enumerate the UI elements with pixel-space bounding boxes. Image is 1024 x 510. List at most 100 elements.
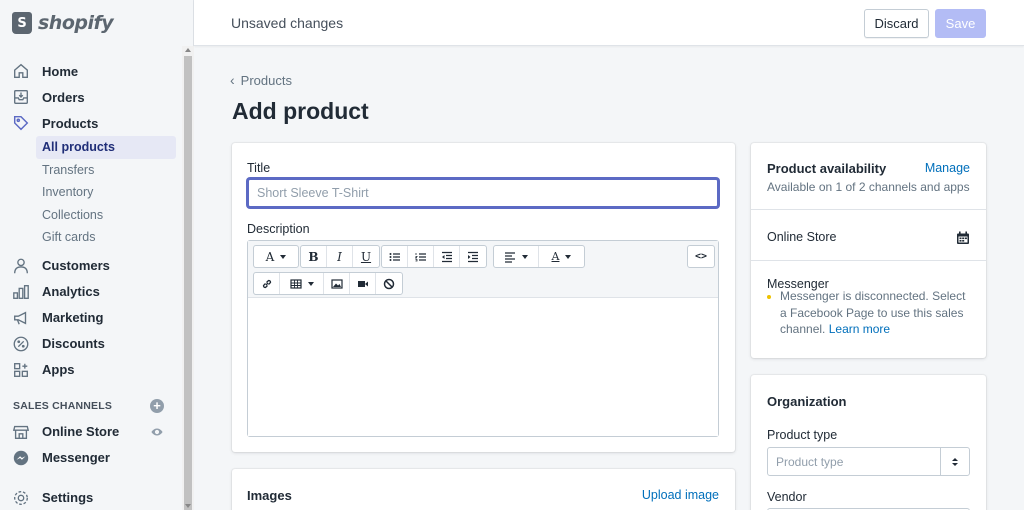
tag-icon — [12, 114, 30, 132]
caret-down-icon — [280, 254, 287, 259]
caret-down-icon — [307, 281, 314, 286]
eye-icon[interactable] — [150, 425, 164, 439]
learn-more-link[interactable]: Learn more — [829, 322, 890, 336]
clear-format-icon — [383, 278, 395, 289]
orders-icon — [12, 88, 30, 106]
chart-icon — [12, 283, 30, 301]
unsaved-changes-text: Unsaved changes — [231, 15, 344, 31]
organization-title: Organization — [767, 394, 847, 409]
bold-button[interactable]: B — [301, 246, 327, 267]
underline-button[interactable]: U — [353, 246, 379, 267]
sidebar: S shopify Home Orders Products All produ… — [0, 0, 194, 510]
link-button[interactable] — [254, 273, 280, 294]
list-group — [381, 245, 487, 268]
select-stepper[interactable] — [940, 448, 969, 475]
sidebar-scrollbar[interactable] — [182, 46, 194, 510]
outdent-icon — [441, 251, 452, 262]
messenger-note: Messenger is disconnected. Select a Face… — [780, 288, 970, 338]
breadcrumb-label: Products — [240, 72, 292, 88]
text-color-icon: A — [551, 250, 560, 263]
table-button[interactable] — [280, 273, 324, 294]
sidebar-item-label: Discounts — [42, 336, 105, 351]
breadcrumb[interactable]: ‹ Products — [230, 72, 292, 88]
indent-icon — [468, 251, 478, 262]
sidebar-item-label: Products — [42, 115, 99, 131]
numbered-list-icon — [414, 252, 426, 261]
sidebar-item-online-store[interactable]: Online Store — [0, 419, 182, 445]
vendor-label: Vendor — [767, 490, 807, 504]
scroll-down-arrow[interactable] — [185, 504, 191, 508]
sidebar-item-discounts[interactable]: Discounts — [0, 331, 182, 357]
sidebar-item-orders[interactable]: Orders — [0, 84, 182, 110]
logo-text: shopify — [38, 12, 114, 34]
sidebar-item-products[interactable]: Products — [0, 110, 182, 136]
upload-image-link[interactable]: Upload image — [642, 488, 719, 502]
sidebar-item-analytics[interactable]: Analytics — [0, 279, 182, 305]
bullet-list-button[interactable] — [382, 246, 408, 267]
sidebar-item-messenger[interactable]: Messenger — [0, 445, 182, 471]
product-type-label: Product type — [767, 428, 838, 442]
align-button[interactable] — [494, 246, 539, 267]
clear-formatting-button[interactable] — [376, 273, 402, 294]
sidebar-subitem-all-products[interactable]: All products — [36, 136, 176, 159]
table-icon — [289, 278, 302, 289]
sidebar-item-label: Online Store — [42, 424, 120, 439]
insert-image-button[interactable] — [324, 273, 350, 294]
sales-channels-header: SALES CHANNELS + — [0, 393, 182, 419]
caret-down-icon — [522, 254, 528, 259]
sidebar-item-label: Home — [42, 63, 79, 79]
messenger-icon — [12, 449, 30, 467]
online-store-channel: Online Store — [767, 230, 837, 244]
main-nav: Home Orders Products All products Transf… — [0, 58, 182, 510]
title-label: Title — [247, 161, 271, 175]
align-left-icon — [505, 251, 515, 263]
sidebar-item-label: Analytics — [42, 284, 100, 299]
images-card: Images Upload image — [232, 469, 735, 510]
sidebar-item-label: Settings — [42, 490, 94, 505]
sidebar-item-label: Customers — [42, 258, 110, 273]
outdent-button[interactable] — [434, 246, 460, 267]
code-group: <> — [687, 245, 715, 268]
sidebar-subitem-collections[interactable]: Collections — [0, 204, 182, 227]
sidebar-item-label: Marketing — [42, 310, 104, 325]
sidebar-item-label: Orders — [42, 89, 85, 105]
editor-content-area[interactable] — [248, 298, 718, 436]
code-view-button[interactable]: <> — [688, 246, 714, 267]
sidebar-item-customers[interactable]: Customers — [0, 253, 182, 279]
title-input[interactable] — [247, 178, 719, 208]
sidebar-subitem-inventory[interactable]: Inventory — [0, 181, 182, 204]
video-icon — [357, 280, 368, 287]
images-title: Images — [247, 488, 292, 503]
italic-button[interactable]: I — [327, 246, 353, 267]
bullet-list-icon — [389, 252, 400, 261]
manage-link[interactable]: Manage — [925, 161, 970, 175]
font-letter-icon: A — [265, 249, 275, 264]
chevron-up-icon — [952, 457, 958, 461]
megaphone-icon — [12, 309, 30, 327]
insert-video-button[interactable] — [350, 273, 376, 294]
store-icon — [12, 423, 30, 441]
sidebar-item-home[interactable]: Home — [0, 58, 182, 84]
gear-icon — [12, 489, 30, 507]
numbered-list-button[interactable] — [408, 246, 434, 267]
sidebar-item-apps[interactable]: Apps — [0, 357, 182, 383]
sales-channels-title: SALES CHANNELS — [13, 399, 113, 412]
scroll-thumb[interactable] — [184, 56, 192, 510]
calendar-icon[interactable] — [956, 231, 970, 248]
product-type-select[interactable]: Product type — [767, 447, 970, 476]
caret-down-icon — [565, 254, 572, 259]
description-editor: A B I U A <> — [247, 240, 719, 437]
text-color-button[interactable]: A — [539, 246, 584, 267]
discard-button[interactable]: Discard — [864, 9, 929, 38]
font-style-button[interactable]: A — [254, 246, 298, 267]
divider — [751, 260, 986, 261]
sidebar-item-marketing[interactable]: Marketing — [0, 305, 182, 331]
scroll-up-arrow[interactable] — [185, 48, 191, 52]
save-button[interactable]: Save — [935, 9, 986, 38]
indent-button[interactable] — [460, 246, 486, 267]
shopify-logo[interactable]: S shopify — [0, 0, 193, 46]
sidebar-subitem-gift-cards[interactable]: Gift cards — [0, 226, 182, 249]
sidebar-subitem-transfers[interactable]: Transfers — [0, 159, 182, 182]
add-channel-icon[interactable]: + — [150, 398, 164, 413]
sidebar-item-settings[interactable]: Settings — [0, 485, 182, 510]
